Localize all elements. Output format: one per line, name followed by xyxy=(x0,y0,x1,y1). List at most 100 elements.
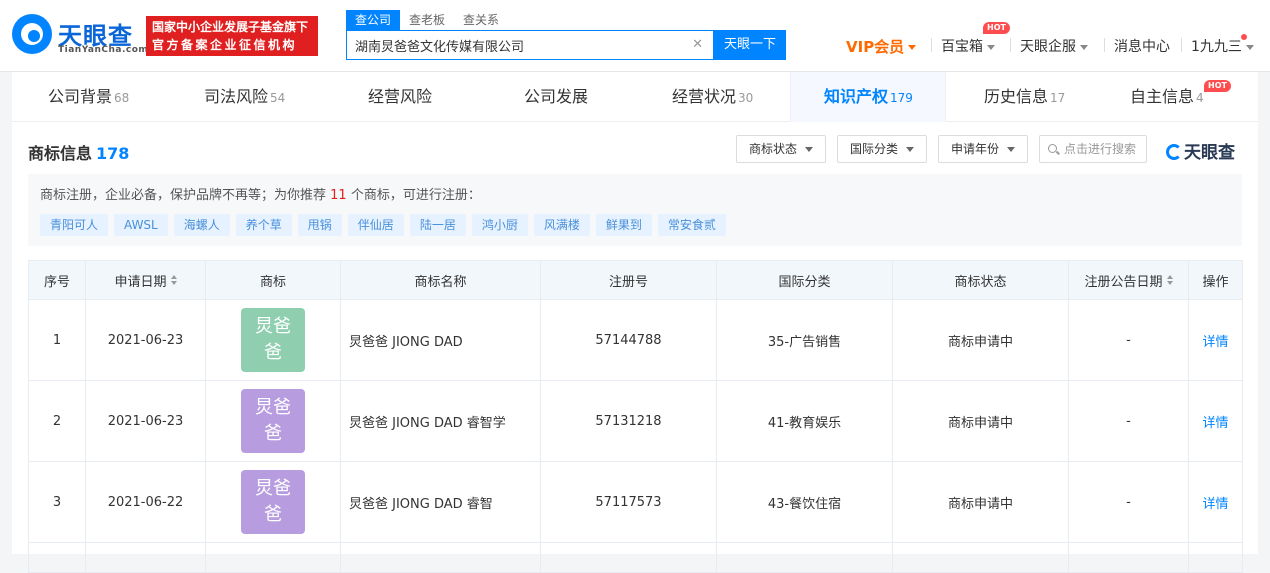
tab-company-background[interactable]: 公司背景 68 xyxy=(48,72,129,122)
tab-count: 54 xyxy=(270,91,286,105)
tab-label: 经营状况 xyxy=(672,87,737,106)
row-apply-date: 2021-06-23 xyxy=(85,300,205,380)
col-header-apply-date[interactable]: 申请日期 xyxy=(85,261,205,299)
tab-label: 历史信息 xyxy=(984,87,1049,106)
row-reg-no: 57117573 xyxy=(540,462,716,542)
row-notice-date: - xyxy=(1068,462,1188,542)
section-title: 商标信息 178 xyxy=(28,140,129,164)
tab-self-info[interactable]: 自主信息 4 xyxy=(1130,72,1204,122)
section-title-text: 商标信息 xyxy=(28,144,93,163)
search-input[interactable] xyxy=(347,31,677,59)
enterprise-label: 天眼企服 xyxy=(1020,39,1076,55)
tianyancha-logo[interactable]: 天眼查 TianYanCha.com xyxy=(12,12,148,56)
row-intl-class: 35-广告销售 xyxy=(716,300,892,380)
table-row: 1 2021-06-23 炅爸爸 炅爸爸 JIONG DAD 57144788 … xyxy=(29,299,1242,380)
row-no: 1 xyxy=(52,332,62,348)
tab-operation-status[interactable]: 经营状况 30 xyxy=(672,72,753,122)
row-no: 3 xyxy=(52,494,62,510)
treasure-label: 百宝箱 xyxy=(941,39,983,55)
tab-company-development[interactable]: 公司发展 xyxy=(524,72,588,122)
recommend-chip[interactable]: 海螺人 xyxy=(173,214,230,236)
trademark-image[interactable]: 炅爸爸 xyxy=(241,470,305,534)
row-mark: 炅爸爸 xyxy=(205,381,340,461)
promo-banner[interactable]: 国家中小企业发展子基金旗下 官方备案企业征信机构 xyxy=(146,16,318,56)
row-no: 2 xyxy=(52,413,62,429)
search-placeholder: 点击进行搜索 xyxy=(1064,142,1137,156)
col-header-notice-date[interactable]: 注册公告日期 xyxy=(1068,261,1188,299)
row-action: 详情 xyxy=(1188,300,1242,380)
recommend-chip[interactable]: 鲜果到 xyxy=(595,214,652,236)
trademark-table: 序号 申请日期 商标 商标名称 注册号 国际分类 商标状态 注册公告日期 操作 … xyxy=(28,260,1243,573)
col-header-mark-name: 商标名称 xyxy=(340,261,540,299)
row-cell xyxy=(29,543,85,572)
row-status: 商标申请中 xyxy=(892,381,1068,461)
row-reg-no: 57131218 xyxy=(540,381,716,461)
search-button[interactable]: 天眼一下 xyxy=(714,30,786,60)
row-cell xyxy=(340,543,540,572)
recommend-chip[interactable]: AWSL xyxy=(114,214,168,236)
recommend-box: 商标注册，企业必备，保护品牌不再等；为你推荐 11 个商标，可进行注册： 青阳可… xyxy=(28,174,1242,246)
tab-intellectual-property[interactable]: 知识产权 179 xyxy=(824,72,913,122)
recommend-chip[interactable]: 伴仙居 xyxy=(347,214,404,236)
recommend-chip[interactable]: 鸿小厨 xyxy=(471,214,528,236)
row-reg-no: 57144788 xyxy=(540,300,716,380)
detail-link[interactable]: 详情 xyxy=(1202,331,1228,350)
notification-dot xyxy=(1241,34,1247,40)
tab-label: 经营风险 xyxy=(368,87,433,106)
recommend-chip[interactable]: 养个草 xyxy=(235,214,292,236)
search-tab-company[interactable]: 查公司 xyxy=(346,10,401,30)
chevron-down-icon xyxy=(987,44,995,50)
search-box: ✕ xyxy=(346,30,714,60)
recommend-chip[interactable]: 常安食贰 xyxy=(657,214,726,236)
recommend-chip[interactable]: 陆一居 xyxy=(409,214,466,236)
col-header-intl-class: 国际分类 xyxy=(716,261,892,299)
row-action: 详情 xyxy=(1188,381,1242,461)
tab-count: 4 xyxy=(1196,91,1204,105)
recommend-chip[interactable]: 风满楼 xyxy=(533,214,590,236)
promo-line2: 官方备案企业征信机构 xyxy=(152,38,298,52)
tab-count: 17 xyxy=(1050,91,1066,105)
row-cell xyxy=(540,543,716,572)
recommend-chip[interactable]: 甩锅 xyxy=(297,214,342,236)
vip-label: VIP会员 xyxy=(846,38,905,56)
recommend-text-after: 个商标，可进行注册： xyxy=(346,188,481,203)
filter-trademark-status[interactable]: 商标状态 xyxy=(736,135,827,163)
row-intl-class: 43-餐饮住宿 xyxy=(716,462,892,542)
recommend-chip[interactable]: 青阳可人 xyxy=(40,214,109,236)
divider xyxy=(931,38,932,52)
col-header-mark: 商标 xyxy=(205,261,340,299)
chevron-down-icon xyxy=(1080,44,1088,50)
search-tab-boss[interactable]: 查老板 xyxy=(400,10,454,30)
detail-link[interactable]: 详情 xyxy=(1202,493,1228,512)
search-tab-relation[interactable]: 查关系 xyxy=(454,10,508,30)
table-search-input[interactable]: 点击进行搜索 xyxy=(1039,135,1147,163)
trademark-image-text: 炅爸爸 xyxy=(255,478,291,525)
trademark-panel: 商标信息 178 商标状态 国际分类 申请年份 点击进行搜索 天眼查 商标注册，企… xyxy=(12,122,1258,573)
col-header-action: 操作 xyxy=(1188,261,1242,299)
recommend-chips: 青阳可人 AWSL 海螺人 养个草 甩锅 伴仙居 陆一居 鸿小厨 风满楼 鲜果到… xyxy=(40,214,726,236)
message-center-link[interactable]: 消息中心 xyxy=(1114,36,1170,56)
trademark-image[interactable]: 炅爸爸 xyxy=(241,308,305,372)
tab-label: 司法风险 xyxy=(204,87,269,106)
col-header-no: 序号 xyxy=(43,274,70,290)
clear-icon[interactable]: ✕ xyxy=(692,37,703,52)
sort-icon xyxy=(1166,275,1173,285)
enterprise-service-menu[interactable]: 天眼企服 xyxy=(1020,36,1088,56)
vip-member-menu[interactable]: VIP会员 xyxy=(846,36,917,57)
tab-history-info[interactable]: 历史信息 17 xyxy=(984,72,1065,122)
trademark-image[interactable]: 炅爸爸 xyxy=(241,389,305,453)
tab-operation-risk[interactable]: 经营风险 xyxy=(368,72,432,122)
row-action: 详情 xyxy=(1188,462,1242,542)
tab-judicial-risk[interactable]: 司法风险 54 xyxy=(204,72,285,122)
chevron-down-icon xyxy=(1245,44,1254,50)
row-apply-date: 2021-06-23 xyxy=(85,381,205,461)
detail-link[interactable]: 详情 xyxy=(1202,412,1228,431)
filter-label: 商标状态 xyxy=(749,142,798,156)
divider xyxy=(1104,38,1105,52)
tab-count: 30 xyxy=(738,91,754,105)
tab-count: 68 xyxy=(114,91,130,105)
treasure-box-menu[interactable]: 百宝箱 xyxy=(941,36,995,56)
filter-intl-class[interactable]: 国际分类 xyxy=(837,135,928,163)
filter-label: 国际分类 xyxy=(850,142,899,156)
filter-apply-year[interactable]: 申请年份 xyxy=(938,135,1029,163)
